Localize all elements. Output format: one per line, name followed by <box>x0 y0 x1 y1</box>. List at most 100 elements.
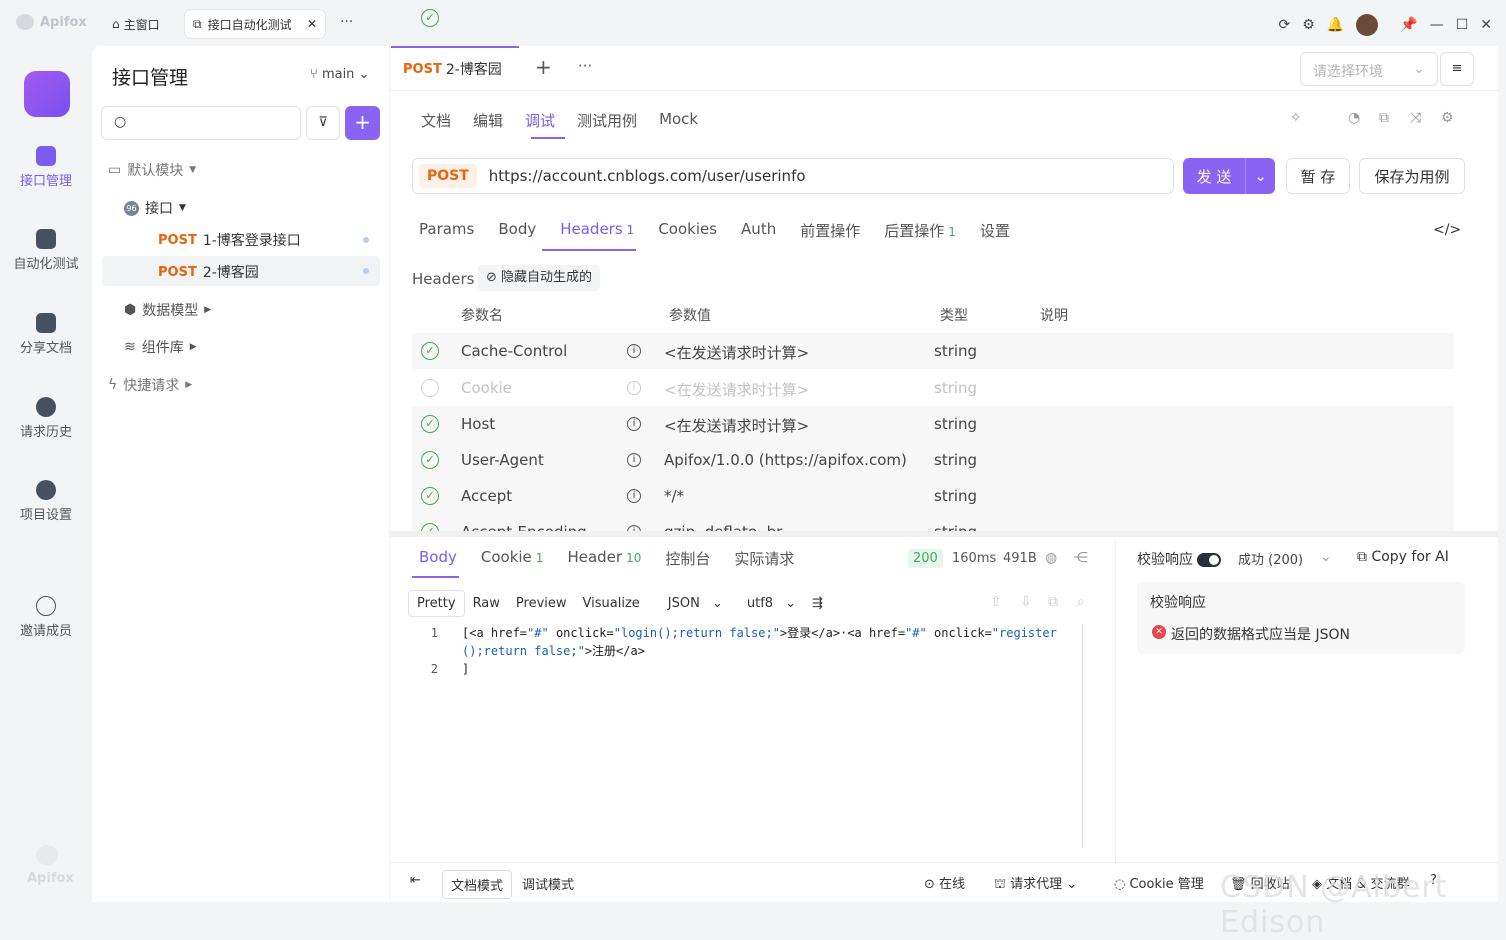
validation-status[interactable]: 成功 (200) <box>1238 549 1303 568</box>
tab-params[interactable]: Params <box>419 220 474 241</box>
online-status[interactable]: ⊙ 在线 <box>924 873 965 892</box>
tab-body[interactable]: Body <box>498 220 536 241</box>
proxy-button[interactable]: ⛫ 请求代理 ⌄ <box>994 873 1077 894</box>
avatar[interactable] <box>1356 14 1379 36</box>
tab-headers[interactable]: Headers 1 <box>560 220 634 241</box>
row-checkbox[interactable]: ✓ <box>421 379 439 397</box>
tab-response-body[interactable]: Body <box>419 548 457 569</box>
tree-item-cnblogs[interactable]: POST 2-博客园 <box>158 262 259 282</box>
tree-quick-requests[interactable]: ϟ 快捷请求 ▶ <box>108 375 192 395</box>
send-button[interactable]: 发 送 ⌄ <box>1183 158 1275 194</box>
add-button[interactable]: + <box>345 106 380 140</box>
tree-data-models[interactable]: ⬢ 数据模型 ▶ <box>124 300 211 320</box>
more-icon[interactable]: ··· <box>578 57 592 75</box>
close-window-icon[interactable]: ✕ <box>1480 17 1492 33</box>
minimize-icon[interactable]: — <box>1430 17 1444 33</box>
tree-default-module[interactable]: ▭ 默认模块 ▼ <box>108 160 196 180</box>
rail-project-settings[interactable]: 项目设置 <box>0 480 92 523</box>
url-bar[interactable]: POST https://account.cnblogs.com/user/use… <box>412 158 1174 194</box>
bell-icon[interactable]: 🔔 <box>1327 17 1344 33</box>
panel-resizer[interactable] <box>390 531 1498 537</box>
tab-post-ops[interactable]: 后置操作 1 <box>884 220 956 241</box>
download-icon[interactable]: ⇩ <box>1020 594 1032 610</box>
rail-automation[interactable]: 自动化测试 <box>0 229 92 272</box>
method-select[interactable]: POST <box>419 164 477 188</box>
tab-auth[interactable]: Auth <box>741 220 776 241</box>
code-icon[interactable]: </> <box>1433 222 1461 238</box>
tab-response-cookie[interactable]: Cookie 1 <box>481 548 544 569</box>
debug-mode-button[interactable]: 调试模式 <box>514 870 582 897</box>
row-checkbox[interactable]: ✓ <box>421 487 439 505</box>
tab-console[interactable]: 控制台 <box>665 548 710 569</box>
switch-icon[interactable]: ⤨ <box>1410 110 1421 126</box>
rail-api-management[interactable]: 接口管理 <box>0 146 92 189</box>
project-logo[interactable] <box>24 71 70 117</box>
request-tab[interactable]: POST 2-博客园 <box>391 46 519 90</box>
row-checkbox[interactable]: ✓ <box>421 523 439 531</box>
collapse-icon[interactable]: ⇤ <box>410 873 421 888</box>
cookie-manager-button[interactable]: ◌ Cookie 管理 <box>1114 873 1204 892</box>
row-checkbox[interactable]: ✓ <box>421 415 439 433</box>
encoding-select[interactable]: utf8 ⌄ <box>731 591 804 616</box>
format-raw[interactable]: Raw <box>465 591 508 616</box>
format-visualize[interactable]: Visualize <box>575 591 648 616</box>
tab-main-window[interactable]: ⌂ 主窗口 <box>104 12 168 36</box>
copy-icon[interactable]: ⧉ <box>1379 110 1389 126</box>
tree-folder-api[interactable]: 96 接口 ▼ <box>124 198 186 218</box>
tab-actual-request[interactable]: 实际请求 <box>734 548 794 569</box>
magic-icon[interactable]: ✧ <box>1290 110 1302 126</box>
pin-icon[interactable]: 📌 <box>1400 17 1417 33</box>
url-input[interactable]: https://account.cnblogs.com/user/userinf… <box>489 167 806 185</box>
tab-response-header[interactable]: Header 10 <box>567 548 641 569</box>
tab-docs[interactable]: 文档 <box>421 110 451 131</box>
share-icon[interactable]: ⋲ <box>1074 550 1088 566</box>
rail-history[interactable]: 请求历史 <box>0 397 92 440</box>
new-tab-icon[interactable]: + <box>535 55 552 79</box>
row-checkbox[interactable]: ✓ <box>421 451 439 469</box>
globe-icon[interactable]: ◍ <box>1045 550 1057 566</box>
environment-select[interactable]: 请选择环境 ⌄ <box>1300 52 1438 86</box>
row-checkbox[interactable]: ✓ <box>421 342 439 360</box>
tab-edit[interactable]: 编辑 <box>473 110 503 131</box>
chevron-down-icon[interactable]: ⌄ <box>1245 158 1275 194</box>
info-icon[interactable]: i <box>627 381 641 395</box>
scrollbar[interactable] <box>1082 624 1083 848</box>
maximize-icon[interactable]: ☐ <box>1456 17 1469 33</box>
chevron-down-icon[interactable]: ⌄ <box>1320 549 1332 565</box>
branch-selector[interactable]: ⑂ main ⌄ <box>310 67 369 82</box>
save-button[interactable]: 暂 存 <box>1286 158 1350 194</box>
share-icon[interactable]: ◔ <box>1348 110 1360 126</box>
copy-icon[interactable]: ⧉ <box>1048 594 1058 610</box>
menu-button[interactable]: ≡ <box>1440 52 1474 86</box>
more-tabs-icon[interactable]: ··· <box>340 14 353 30</box>
rail-invite[interactable]: 邀请成员 <box>0 596 92 639</box>
info-icon[interactable]: i <box>627 489 641 503</box>
rail-share-docs[interactable]: 分享文档 <box>0 313 92 356</box>
tree-components[interactable]: ≋ 组件库 ▶ <box>124 337 197 357</box>
format-preview[interactable]: Preview <box>508 591 575 616</box>
close-icon[interactable]: ✕ <box>307 17 317 31</box>
validate-response-toggle[interactable]: 校验响应 <box>1137 549 1222 569</box>
tab-settings[interactable]: 设置 <box>980 220 1010 241</box>
info-icon[interactable]: i <box>627 344 641 358</box>
settings-icon[interactable]: ⚙ <box>1302 17 1315 33</box>
tab-automation[interactable]: ⧉ 接口自动化测试 ✕ <box>185 10 325 38</box>
select-all-checkbox[interactable]: ✓ <box>421 9 439 27</box>
info-icon[interactable]: i <box>627 417 641 431</box>
tab-mock[interactable]: Mock <box>659 110 698 131</box>
refresh-icon[interactable]: ⟳ <box>1279 17 1291 33</box>
lang-select[interactable]: JSON ⌄ <box>652 591 731 616</box>
copy-for-ai-button[interactable]: ⧉ Copy for AI <box>1357 549 1449 565</box>
tab-cookies[interactable]: Cookies <box>658 220 717 241</box>
info-icon[interactable]: i <box>627 453 641 467</box>
wrap-icon[interactable]: ⇶ <box>804 591 831 616</box>
settings-icon[interactable]: ⚙ <box>1441 110 1454 126</box>
upload-icon[interactable]: ⇧ <box>990 594 1002 610</box>
filter-button[interactable]: ⊽ <box>306 106 340 140</box>
tab-debug[interactable]: 调试 <box>525 110 555 131</box>
hide-auto-generated-button[interactable]: ⊘ 隐藏自动生成的 <box>478 265 601 291</box>
search-icon[interactable]: ⌕ <box>1077 594 1085 610</box>
save-as-case-button[interactable]: 保存为用例 <box>1359 158 1465 194</box>
toggle-switch[interactable] <box>1197 553 1222 567</box>
tab-test-cases[interactable]: 测试用例 <box>577 110 637 131</box>
